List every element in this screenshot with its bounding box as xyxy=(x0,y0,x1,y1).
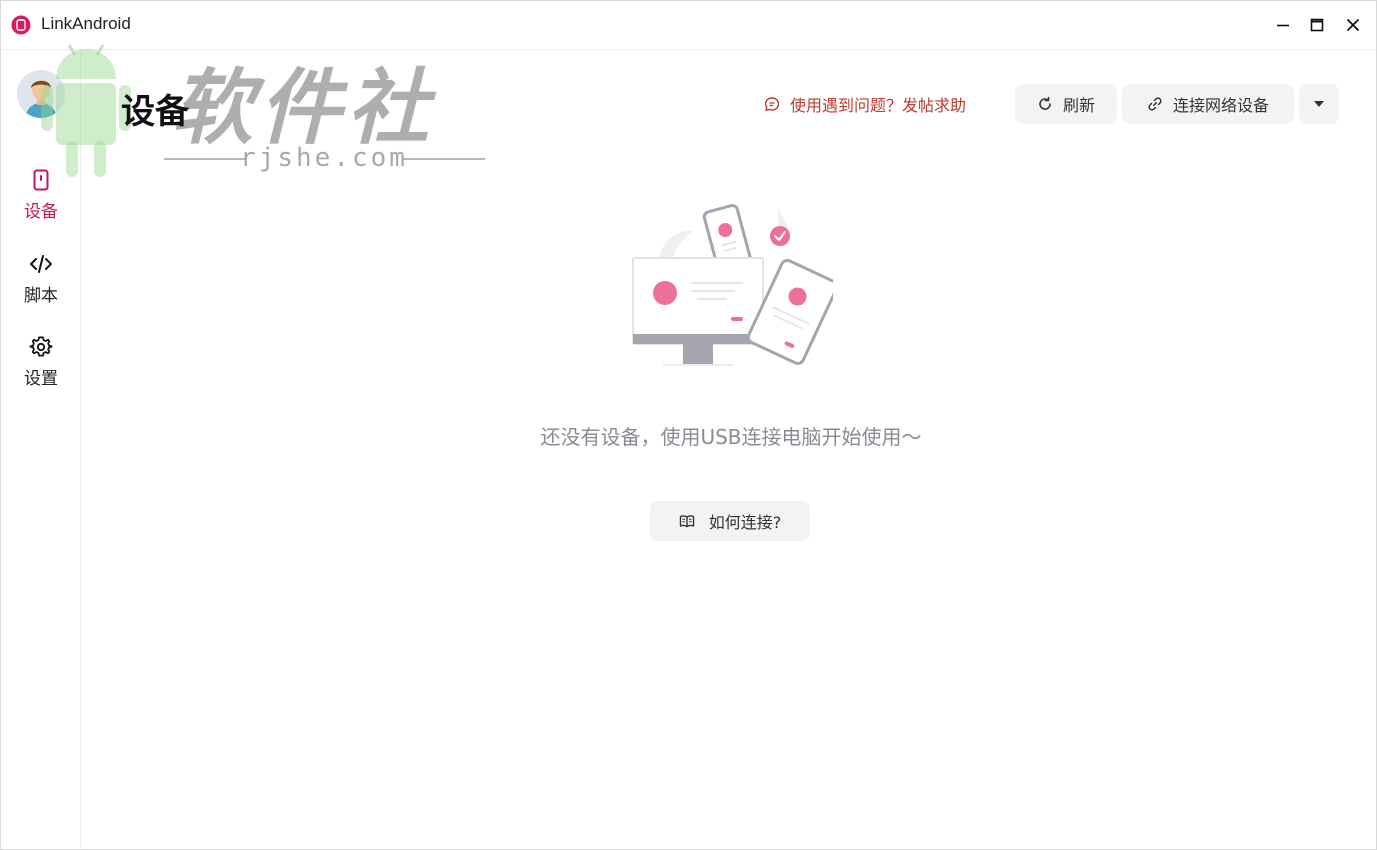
sidebar-item-label: 脚本 xyxy=(24,286,58,306)
devices-illustration xyxy=(632,204,833,366)
watermark: 软件社 rjshe.com xyxy=(31,31,501,181)
title-bar: LinkAndroid xyxy=(1,1,1376,50)
help-link[interactable]: 使用遇到问题？发帖求助 xyxy=(764,92,966,116)
phone-icon xyxy=(33,169,49,191)
page-title: 设备 xyxy=(121,92,189,132)
app-logo-icon xyxy=(11,15,31,35)
refresh-icon xyxy=(1039,96,1051,110)
user-avatar-icon xyxy=(17,70,65,118)
watermark-title: 软件社 xyxy=(171,61,435,156)
refresh-button-label: 刷新 xyxy=(1062,96,1095,115)
connect-network-device-label: 连接网络设备 xyxy=(1172,96,1269,115)
close-icon[interactable] xyxy=(1341,13,1365,37)
help-link-label: 使用遇到问题？发帖求助 xyxy=(790,96,967,115)
sidebar-item-devices[interactable]: 设备 xyxy=(1,162,81,232)
link-icon xyxy=(1148,97,1162,111)
sidebar-item-label: 设置 xyxy=(24,369,58,389)
avatar[interactable] xyxy=(17,70,65,118)
watermark-subtitle: rjshe.com xyxy=(240,143,408,173)
gear-icon xyxy=(29,336,53,357)
app-window: LinkAndroid 设备 脚本 设置 软件社 rjshe.com 设备 使用… xyxy=(0,0,1377,850)
window-title: LinkAndroid xyxy=(41,14,131,33)
sidebar-item-label: 设备 xyxy=(24,202,58,222)
watermark-line xyxy=(164,158,246,160)
sidebar-item-scripts[interactable]: 脚本 xyxy=(1,246,81,316)
minimize-icon[interactable] xyxy=(1271,13,1295,37)
more-options-button[interactable] xyxy=(1299,84,1339,124)
book-icon xyxy=(679,515,694,528)
refresh-button[interactable]: 刷新 xyxy=(1015,84,1117,124)
empty-state-message: 还没有设备，使用USB连接电脑开始使用～ xyxy=(540,425,922,449)
connect-network-device-button[interactable]: 连接网络设备 xyxy=(1122,84,1294,124)
sidebar: 设备 脚本 设置 xyxy=(1,50,81,849)
caret-down-icon xyxy=(1314,101,1324,107)
sidebar-item-settings[interactable]: 设置 xyxy=(1,329,81,399)
how-to-connect-button[interactable]: 如何连接? xyxy=(650,501,810,541)
watermark-line xyxy=(403,158,485,160)
how-to-connect-label: 如何连接? xyxy=(708,513,782,532)
code-icon xyxy=(30,255,52,273)
maximize-icon[interactable] xyxy=(1305,13,1329,37)
chat-icon xyxy=(764,97,780,111)
